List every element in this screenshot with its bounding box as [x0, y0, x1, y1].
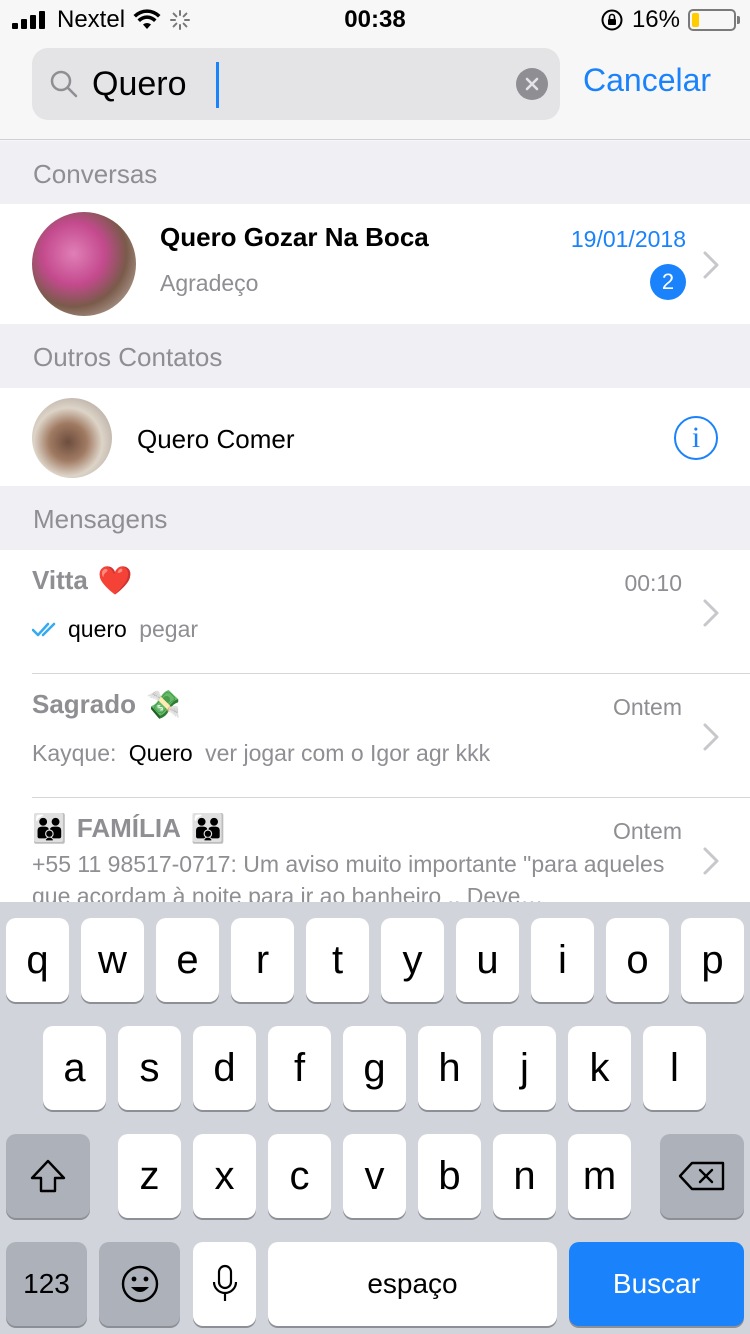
key-s[interactable]: s — [118, 1026, 181, 1110]
message-result-row[interactable]: Vitta ❤️ 00:10 quero pegar — [0, 550, 750, 674]
key-i[interactable]: i — [531, 918, 594, 1002]
avatar — [32, 212, 136, 316]
key-n[interactable]: n — [493, 1134, 556, 1218]
snippet-rest: pegar — [132, 616, 199, 642]
section-header-contacts: Outros Contatos — [0, 324, 750, 388]
message-result-row[interactable]: 👪 FAMÍLIA 👪 Ontem +55 11 98517-0717: Um … — [0, 798, 750, 902]
chat-result-row[interactable]: Quero Gozar Na Boca 19/01/2018 Agradeço … — [0, 204, 750, 324]
key-z[interactable]: z — [118, 1134, 181, 1218]
key-r[interactable]: r — [231, 918, 294, 1002]
key-e[interactable]: e — [156, 918, 219, 1002]
key-k[interactable]: k — [568, 1026, 631, 1110]
emoji-key[interactable] — [99, 1242, 180, 1326]
dictation-key[interactable] — [193, 1242, 256, 1326]
numbers-key[interactable]: 123 — [6, 1242, 87, 1326]
backspace-icon — [678, 1161, 725, 1191]
key-v[interactable]: v — [343, 1134, 406, 1218]
message-chat-title: Vitta ❤️ — [32, 564, 133, 597]
key-u[interactable]: u — [456, 918, 519, 1002]
chevron-right-icon — [703, 599, 719, 627]
shift-key[interactable] — [6, 1134, 90, 1218]
message-chat-title: 👪 FAMÍLIA 👪 — [32, 812, 226, 845]
key-l[interactable]: l — [643, 1026, 706, 1110]
key-t[interactable]: t — [306, 918, 369, 1002]
emoji-icon — [121, 1265, 158, 1303]
message-snippet: quero pegar — [32, 616, 198, 643]
rotation-lock-icon — [601, 9, 623, 31]
contact-result-row[interactable]: Quero Comer i — [0, 388, 750, 486]
key-g[interactable]: g — [343, 1026, 406, 1110]
backspace-key[interactable] — [660, 1134, 744, 1218]
key-x[interactable]: x — [193, 1134, 256, 1218]
message-title-text: Sagrado — [32, 689, 137, 719]
space-key[interactable]: espaço — [268, 1242, 557, 1326]
message-time: Ontem — [612, 694, 682, 720]
key-a[interactable]: a — [43, 1026, 106, 1110]
chat-date: 19/01/2018 — [570, 226, 686, 252]
shift-icon — [30, 1159, 66, 1193]
keyboard: q w e r t y u i o p a s d f g h j k l z … — [0, 902, 750, 1334]
family-emoji: 👪 — [190, 813, 226, 844]
close-icon — [525, 77, 539, 91]
cancel-button[interactable]: Cancelar — [583, 62, 711, 99]
status-bar: Nextel 00:38 16% — [0, 0, 750, 40]
key-b[interactable]: b — [418, 1134, 481, 1218]
message-chat-title: Sagrado 💸 — [32, 688, 181, 721]
battery-icon — [688, 9, 740, 31]
key-j[interactable]: j — [493, 1026, 556, 1110]
clear-search-button[interactable] — [516, 68, 548, 100]
message-time: 00:10 — [624, 570, 682, 596]
message-snippet: Kayque: Quero ver jogar com o Igor agr k… — [32, 740, 490, 767]
search-bar[interactable] — [32, 48, 560, 120]
text-cursor — [216, 62, 219, 108]
search-header: Cancelar — [0, 40, 750, 140]
info-icon: i — [691, 421, 701, 454]
search-key[interactable]: Buscar — [569, 1242, 744, 1326]
key-f[interactable]: f — [268, 1026, 331, 1110]
message-title-text: Vitta — [32, 565, 88, 595]
family-emoji: 👪 — [32, 813, 67, 844]
key-q[interactable]: q — [6, 918, 69, 1002]
double-check-icon — [32, 622, 56, 636]
key-h[interactable]: h — [418, 1026, 481, 1110]
section-header-messages: Mensagens — [0, 486, 750, 550]
unread-badge: 2 — [650, 264, 686, 300]
chevron-right-icon — [703, 723, 719, 751]
info-button[interactable]: i — [674, 416, 718, 460]
battery-percent: 16% — [631, 6, 680, 33]
snippet-rest: ver jogar com o Igor agr kkk — [198, 740, 491, 766]
match-text: Quero — [128, 740, 193, 766]
chat-name: Quero Gozar Na Boca — [160, 222, 429, 252]
key-m[interactable]: m — [568, 1134, 631, 1218]
chevron-right-icon — [703, 251, 719, 279]
key-c[interactable]: c — [268, 1134, 331, 1218]
contact-name: Quero Comer — [137, 424, 295, 454]
chevron-right-icon — [703, 847, 719, 875]
message-result-row[interactable]: Sagrado 💸 Ontem Kayque: Quero ver jogar … — [0, 674, 750, 798]
search-icon — [50, 70, 78, 98]
key-o[interactable]: o — [606, 918, 669, 1002]
search-input[interactable] — [92, 60, 492, 108]
money-emoji: 💸 — [146, 689, 181, 720]
snippet-sender: Kayque: — [32, 740, 123, 766]
key-y[interactable]: y — [381, 918, 444, 1002]
key-d[interactable]: d — [193, 1026, 256, 1110]
message-title-text: FAMÍLIA — [76, 813, 181, 843]
chat-preview: Agradeço — [160, 270, 259, 296]
avatar — [32, 398, 112, 478]
heart-emoji: ❤️ — [97, 565, 133, 596]
status-right: 16% — [600, 6, 740, 34]
match-text: quero — [68, 616, 127, 642]
key-p[interactable]: p — [681, 918, 744, 1002]
message-time: Ontem — [612, 818, 682, 844]
section-header-chats: Conversas — [0, 141, 750, 205]
message-snippet: +55 11 98517-0717: Um aviso muito import… — [32, 851, 665, 902]
key-w[interactable]: w — [81, 918, 144, 1002]
microphone-icon — [212, 1264, 237, 1301]
